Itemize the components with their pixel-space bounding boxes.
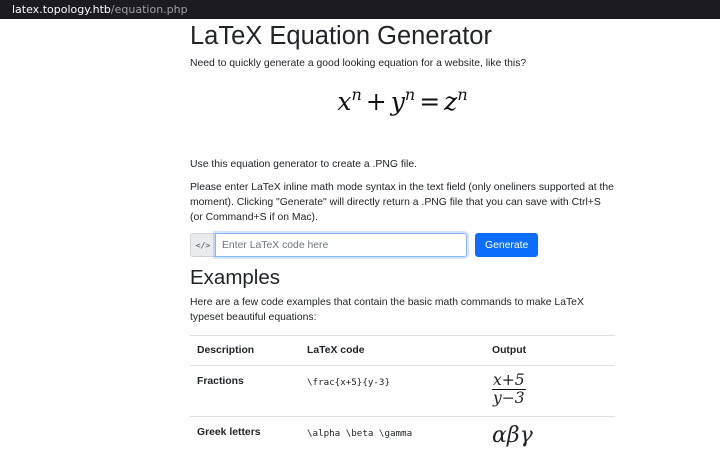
- main-content: LaTeX Equation Generator Need to quickly…: [190, 19, 615, 449]
- examples-heading: Examples: [190, 266, 281, 289]
- table-header-row: Description LaTeX code Output: [190, 335, 615, 366]
- fraction-numerator: x+5: [492, 371, 526, 390]
- row-output-fraction: x+5 y−3: [485, 365, 615, 417]
- row-output-greek: αβγ: [485, 416, 615, 449]
- hero-x: x: [337, 87, 352, 116]
- usage-text: Use this equation generator to create a …: [190, 159, 417, 170]
- hero-equals: =: [419, 87, 441, 116]
- hero-y: y: [390, 87, 405, 116]
- examples-intro: Here are a few code examples that contai…: [190, 297, 584, 323]
- hero-plus: +: [365, 87, 387, 116]
- hero-n2: n: [404, 85, 416, 104]
- examples-table: Description LaTeX code Output Fractions …: [190, 335, 615, 449]
- hero-n3: n: [457, 85, 468, 104]
- column-header-description: Description: [190, 335, 300, 366]
- table-row: Greek letters \alpha \beta \gamma αβγ: [190, 416, 615, 449]
- hero-z: z: [444, 87, 458, 116]
- latex-form: </> Generate: [190, 233, 615, 257]
- latex-input[interactable]: [215, 233, 467, 257]
- page-title: LaTeX Equation Generator: [190, 22, 492, 50]
- generate-button[interactable]: Generate: [475, 233, 539, 257]
- instructions-text: Please enter LaTeX inline math mode synt…: [190, 182, 614, 223]
- intro-text: Need to quickly generate a good looking …: [190, 58, 527, 69]
- row-latex-code: \frac{x+5}{y-3}: [300, 365, 485, 417]
- code-icon: </>: [190, 233, 215, 257]
- column-header-output: Output: [485, 335, 615, 366]
- browser-url-bar[interactable]: latex.topology.htb/equation.php: [0, 0, 720, 19]
- fraction-output: x+5 y−3: [492, 372, 526, 407]
- url-host: latex.topology.htb: [12, 3, 111, 16]
- column-header-latex-code: LaTeX code: [300, 335, 485, 366]
- hero-equation-image: xn + yn = zn: [190, 85, 615, 125]
- fraction-denominator: y−3: [493, 389, 525, 407]
- greek-output: αβγ: [492, 423, 533, 448]
- row-latex-code: \alpha \beta \gamma: [300, 416, 485, 449]
- row-description: Greek letters: [190, 416, 300, 449]
- row-description: Fractions: [190, 365, 300, 417]
- hero-n1: n: [351, 85, 362, 104]
- url-path: /equation.php: [110, 3, 188, 16]
- table-row: Fractions \frac{x+5}{y-3} x+5 y−3: [190, 365, 615, 417]
